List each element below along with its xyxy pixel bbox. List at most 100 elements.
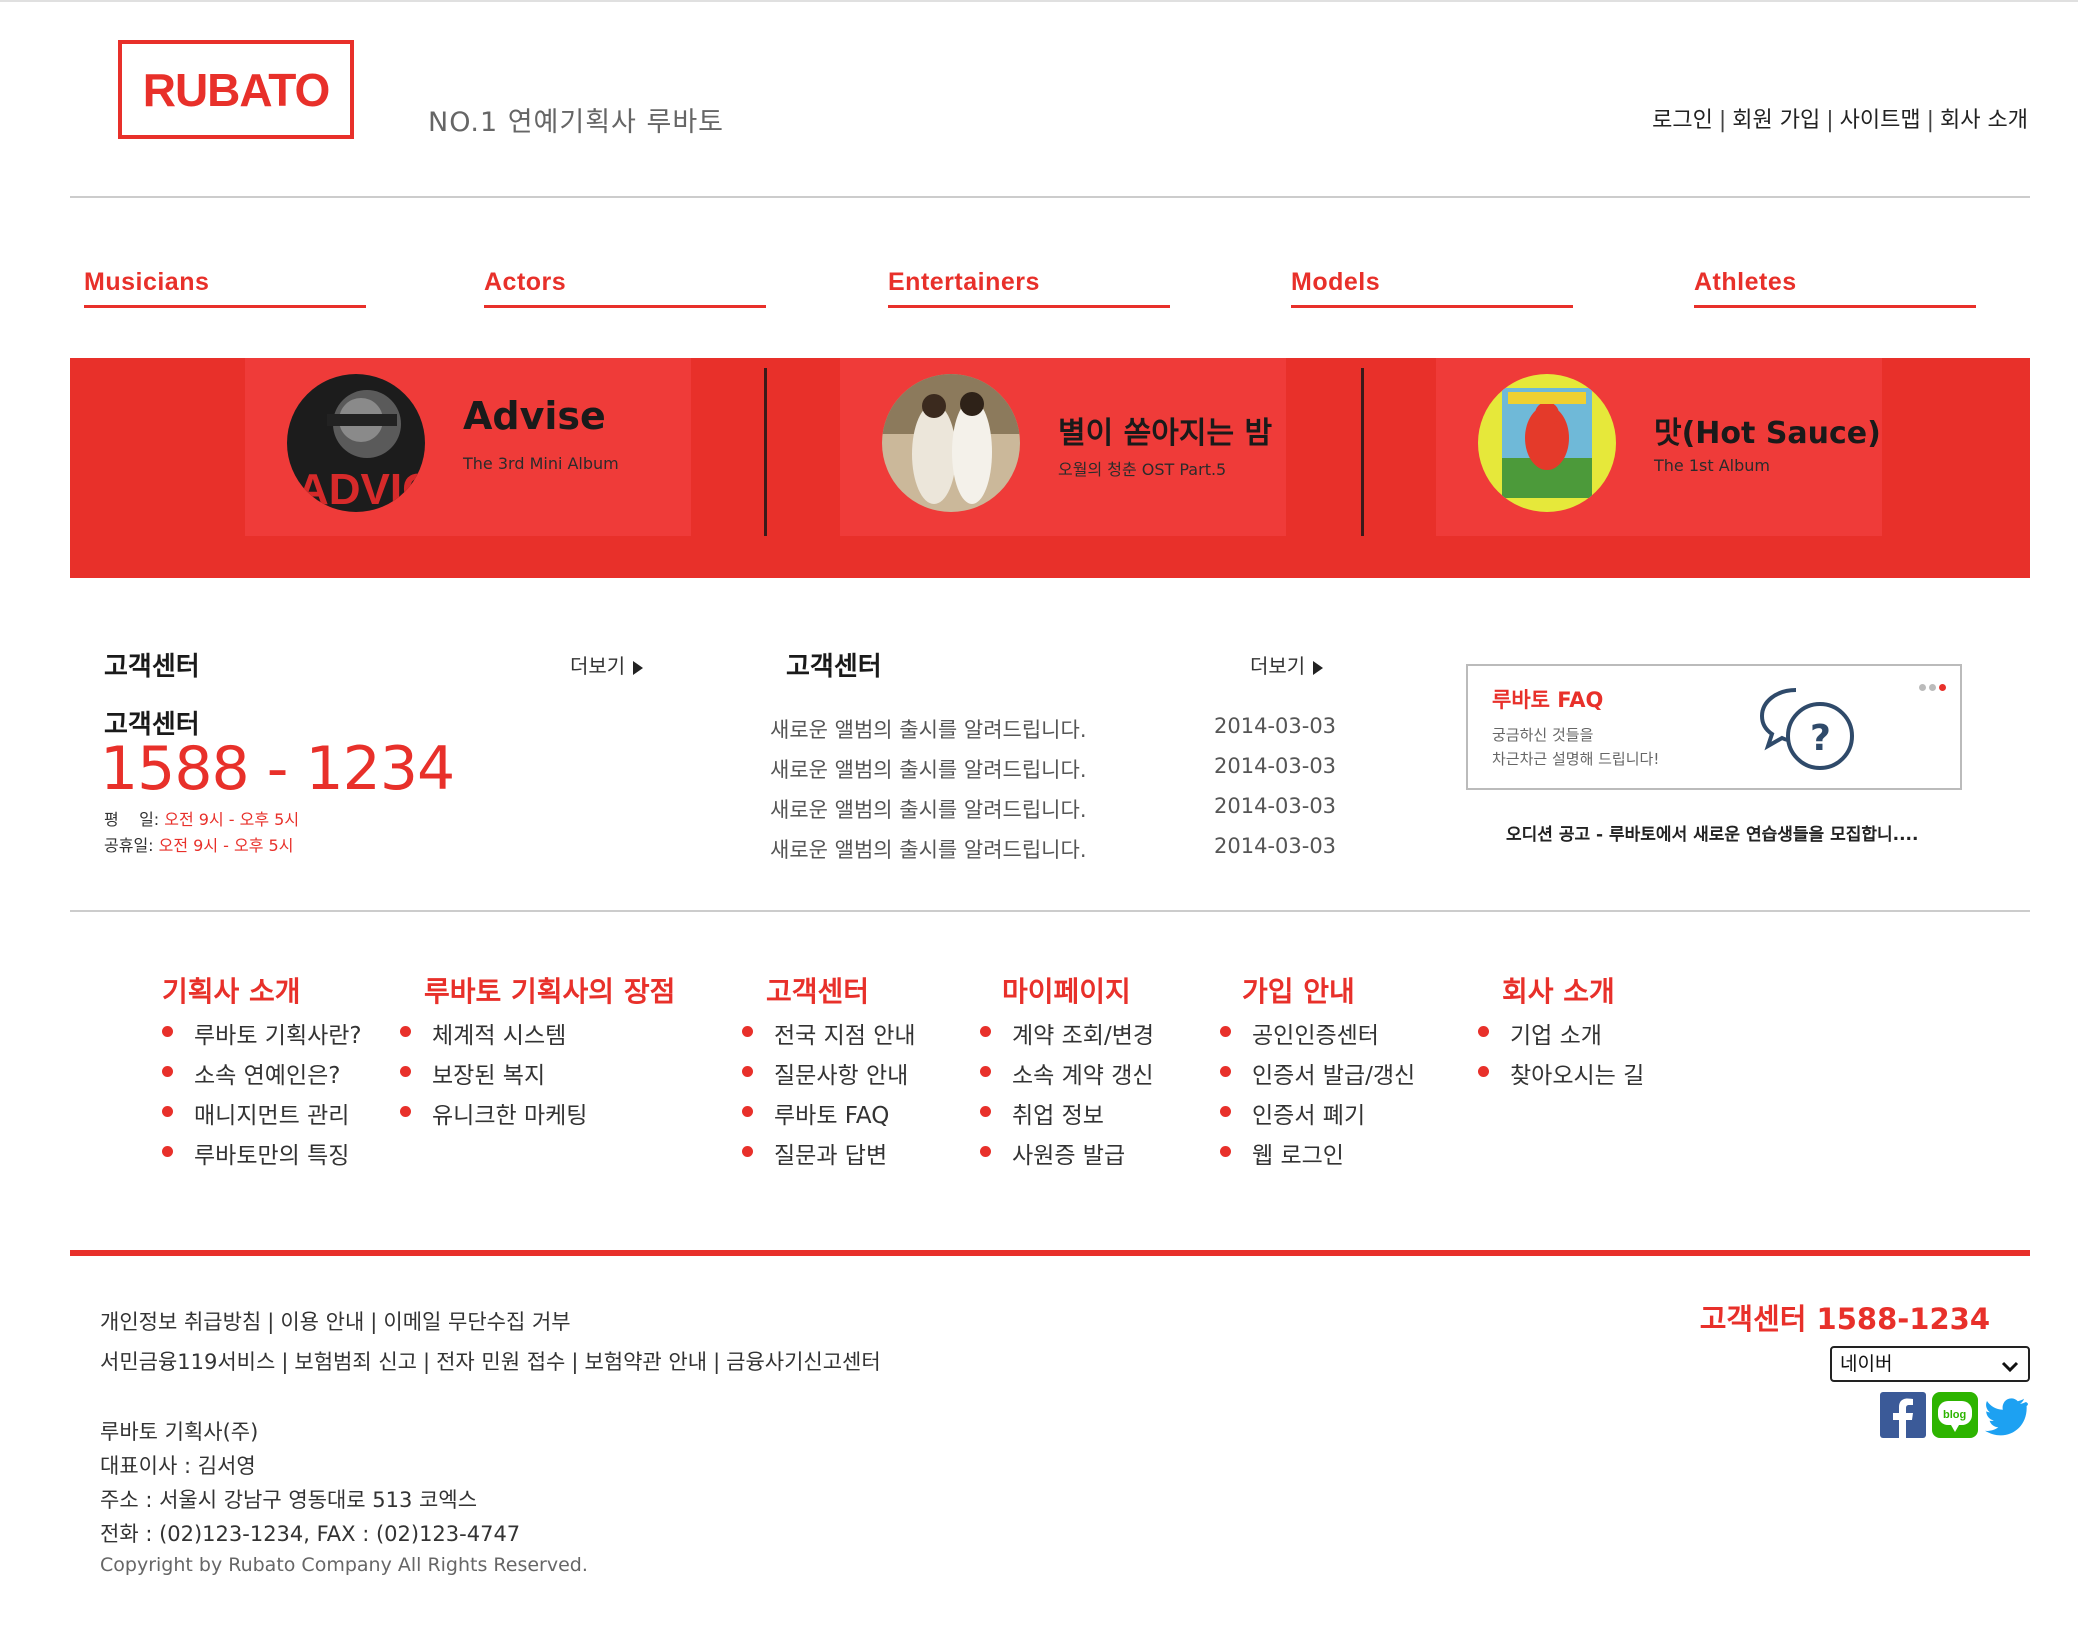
svg-text:ADVICE: ADVICE: [297, 465, 425, 512]
sitemap-link[interactable]: 찾아오시는 길: [1478, 1056, 1644, 1096]
banner-card-starry-night[interactable]: 별이 쏟아지는 밤 오월의 청춘 OST Part.5: [840, 358, 1286, 536]
notice-date: 2014-03-03: [1214, 794, 1337, 818]
list-item[interactable]: 새로운 앨범의 출시를 알려드립니다. 2014-03-03: [770, 754, 1370, 784]
company-address: 주소 : 서울시 강남구 영동대로 513 코엑스: [100, 1488, 478, 1512]
banner-subtitle: The 1st Album: [1654, 456, 1770, 475]
sitemap-link[interactable]: 사이트맵: [1840, 108, 1921, 133]
holiday-hours: 공휴일: 오전 9시 - 오후 5시: [104, 832, 293, 856]
list-item[interactable]: 새로운 앨범의 출시를 알려드립니다. 2014-03-03: [770, 794, 1370, 824]
sitemap-link[interactable]: 체계적 시스템: [400, 1016, 587, 1056]
faq-line-1: 궁금하신 것들을: [1492, 726, 1594, 744]
sitemap-link[interactable]: 루바토 기획사란?: [162, 1016, 362, 1056]
company-ceo: 대표이사 : 김서영: [100, 1454, 256, 1478]
weekday-hours: 평 일: 오전 9시 - 오후 5시: [104, 806, 299, 830]
chevron-down-icon: [2000, 1354, 2020, 1386]
sitemap-column: 기획사 소개 루바토 기획사란? 소속 연예인은? 매니지먼트 관리 루바토만의…: [162, 970, 362, 1169]
album-cover-hot-sauce: [1478, 374, 1616, 512]
privacy-link[interactable]: 개인정보 취급방침: [100, 1310, 261, 1334]
sitemap-link[interactable]: 보장된 복지: [400, 1056, 587, 1096]
sitemap-column: 가입 안내 공인인증센터 인증서 발급/갱신 인증서 폐기 웹 로그인: [1220, 970, 1415, 1169]
banner-title: 별이 쏟아지는 밤: [1058, 416, 1273, 451]
nav-athletes[interactable]: Athletes: [1694, 268, 1976, 308]
notice-text: 새로운 앨범의 출시를 알려드립니다.: [770, 758, 1087, 782]
facebook-icon[interactable]: [1880, 1392, 1926, 1438]
sitemap-link[interactable]: 루바토 FAQ: [742, 1096, 916, 1136]
triangle-right-icon: [633, 660, 644, 675]
notice-text: 새로운 앨범의 출시를 알려드립니다.: [770, 838, 1087, 862]
banner-card-hot-sauce[interactable]: 맛(Hot Sauce) The 1st Album: [1436, 358, 1882, 536]
banner-title: Advise: [463, 394, 606, 438]
footer-link[interactable]: 보험범죄 신고: [294, 1350, 417, 1374]
copyright: Copyright by Rubato Company All Rights R…: [100, 1554, 588, 1576]
about-link[interactable]: 회사 소개: [1940, 108, 2028, 133]
sitemap-link[interactable]: 공인인증센터: [1220, 1016, 1415, 1056]
tagline: NO.1 연예기획사 루바토: [428, 107, 725, 138]
sitemap-link[interactable]: 인증서 발급/갱신: [1220, 1056, 1415, 1096]
nav-musicians[interactable]: Musicians: [84, 268, 366, 308]
triangle-right-icon: [1313, 660, 1324, 675]
notice-more[interactable]: 더보기: [1250, 650, 1324, 679]
nav-actors[interactable]: Actors: [484, 268, 766, 308]
nav-label: Musicians: [84, 268, 210, 296]
banner-divider: [764, 368, 767, 536]
email-policy-link[interactable]: 이메일 무단수집 거부: [383, 1310, 570, 1334]
footer-link[interactable]: 금융사기신고센터: [726, 1350, 881, 1374]
sitemap-link[interactable]: 취업 정보: [980, 1096, 1154, 1136]
nav-label: Athletes: [1694, 268, 1797, 296]
sitemap-link[interactable]: 웹 로그인: [1220, 1136, 1415, 1176]
sitemap-link[interactable]: 질문사항 안내: [742, 1056, 916, 1096]
carousel-dots[interactable]: [1916, 676, 1946, 695]
footer-links-row-2: 서민금융119서비스 | 보험범죄 신고 | 전자 민원 접수 | 보험약관 안내 | 금융사기…: [100, 1350, 881, 1374]
footer-link[interactable]: 보험약관 안내: [584, 1350, 707, 1374]
sitemap-link[interactable]: 루바토만의 특징: [162, 1136, 362, 1176]
family-site-select[interactable]: 네이버: [1830, 1346, 2030, 1382]
sitemap-link[interactable]: 인증서 폐기: [1220, 1096, 1415, 1136]
nav-entertainers[interactable]: Entertainers: [888, 268, 1170, 308]
customer-center-phone: 1588 - 1234: [100, 734, 455, 804]
twitter-icon[interactable]: [1984, 1392, 2030, 1438]
top-border: [0, 0, 2078, 2]
main-nav: Musicians Actors Entertainers Models Ath…: [84, 268, 1984, 308]
nav-label: Entertainers: [888, 268, 1040, 296]
footer-links-row-1: 개인정보 취급방침 | 이용 안내 | 이메일 무단수집 거부: [100, 1310, 571, 1334]
notice-date: 2014-03-03: [1214, 834, 1337, 858]
more-label: 더보기: [570, 654, 626, 678]
album-cover-advise: ADVICE: [287, 374, 425, 512]
album-banner: ADVICE Advise The 3rd Mini Album 별이 쏟아지는…: [70, 358, 2030, 578]
faq-banner[interactable]: 루바토 FAQ 궁금하신 것들을 차근차근 설명해 드립니다! ?: [1466, 664, 1962, 790]
sitemap-link[interactable]: 기업 소개: [1478, 1016, 1644, 1056]
list-item[interactable]: 새로운 앨범의 출시를 알려드립니다. 2014-03-03: [770, 834, 1370, 864]
album-cover-starry-night: [882, 374, 1020, 512]
weekday-label: 평 일:: [104, 810, 160, 829]
banner-card-advise[interactable]: ADVICE Advise The 3rd Mini Album: [245, 358, 691, 536]
logo-text: RUBATO: [142, 63, 331, 116]
sitemap-link[interactable]: 계약 조회/변경: [980, 1016, 1154, 1056]
company-name: 루바토 기획사(주): [100, 1420, 259, 1444]
signup-link[interactable]: 회원 가입: [1732, 108, 1820, 133]
sitemap-link[interactable]: 소속 연예인은?: [162, 1056, 362, 1096]
footer-link[interactable]: 서민금융119서비스: [100, 1350, 275, 1374]
notice-date: 2014-03-03: [1214, 714, 1337, 738]
logo[interactable]: RUBATO: [118, 40, 354, 139]
company-phone: 전화 : (02)123-1234, FAX : (02)123-4747: [100, 1522, 521, 1546]
blog-icon[interactable]: blog: [1932, 1392, 1978, 1438]
svg-text:?: ?: [1810, 718, 1831, 759]
sitemap-link[interactable]: 질문과 답변: [742, 1136, 916, 1176]
sitemap-heading: 고객센터: [766, 975, 870, 1008]
login-link[interactable]: 로그인: [1652, 108, 1713, 133]
nav-label: Actors: [484, 268, 567, 296]
sitemap-link[interactable]: 전국 지점 안내: [742, 1016, 916, 1056]
terms-link[interactable]: 이용 안내: [280, 1310, 364, 1334]
sitemap-link[interactable]: 매니지먼트 관리: [162, 1096, 362, 1136]
banner-divider: [1361, 368, 1364, 536]
footer-link[interactable]: 전자 민원 접수: [436, 1350, 565, 1374]
sitemap-heading: 마이페이지: [1002, 975, 1131, 1008]
sitemap-link[interactable]: 소속 계약 갱신: [980, 1056, 1154, 1096]
audition-notice[interactable]: 오디션 공고 - 루바토에서 새로운 연습생들을 모집합니....: [1506, 820, 1918, 845]
sitemap-link[interactable]: 사원증 발급: [980, 1136, 1154, 1176]
list-item[interactable]: 새로운 앨범의 출시를 알려드립니다. 2014-03-03: [770, 714, 1370, 744]
customer-center-more[interactable]: 더보기: [570, 650, 644, 679]
nav-models[interactable]: Models: [1291, 268, 1573, 308]
banner-title: 맛(Hot Sauce): [1654, 416, 1881, 451]
sitemap-link[interactable]: 유니크한 마케팅: [400, 1096, 587, 1136]
